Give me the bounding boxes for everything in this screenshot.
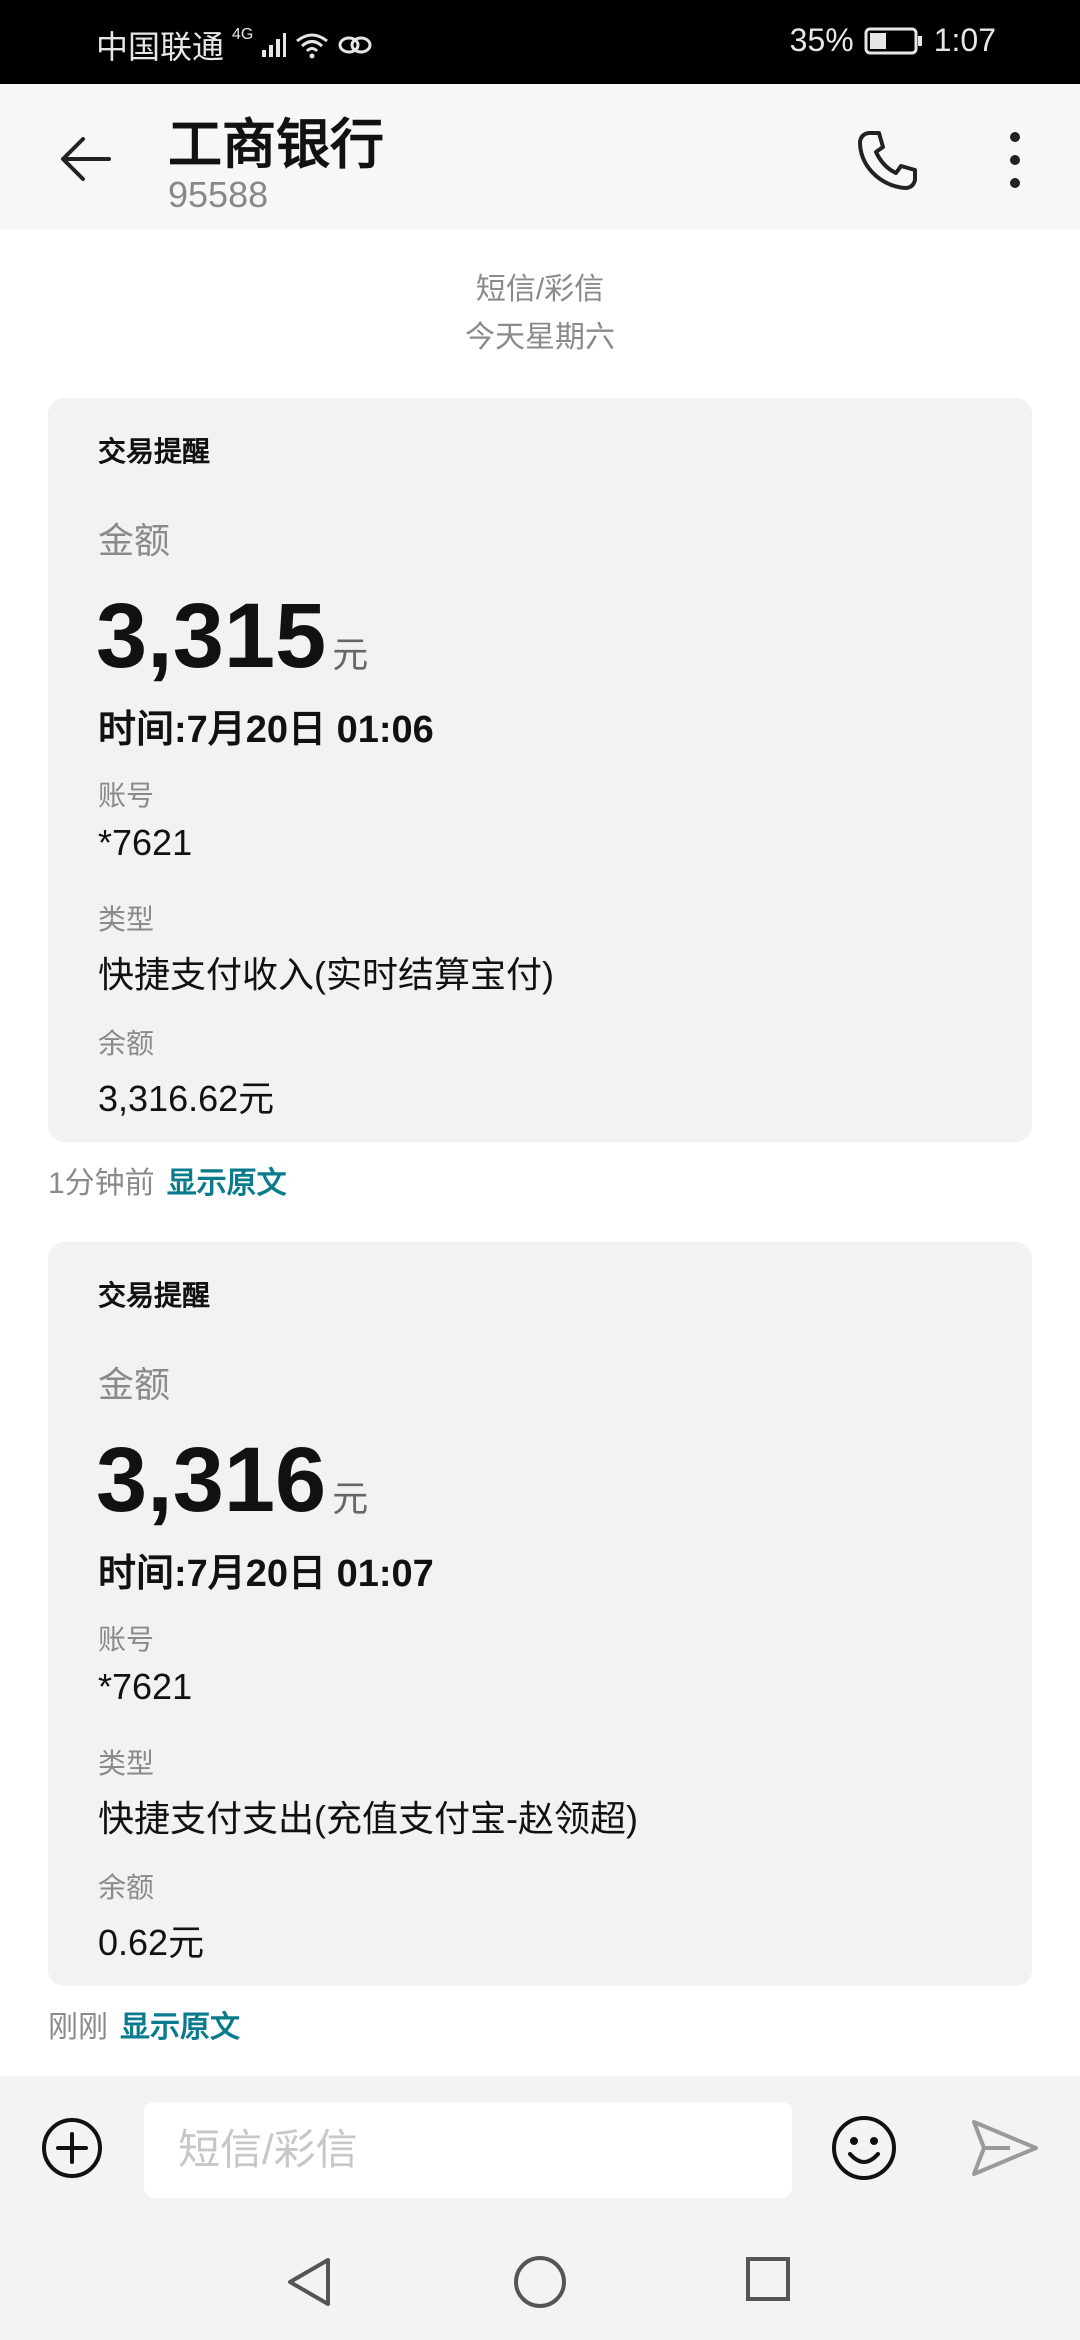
balance-value: 0.62元	[98, 1922, 205, 1963]
more-options-button[interactable]	[990, 120, 1040, 200]
signal-icon	[261, 32, 287, 58]
amount-value: 3,315 元	[96, 590, 368, 682]
nav-home-button[interactable]	[512, 2254, 568, 2310]
amount-label: 金额	[98, 1364, 171, 1405]
amount-number: 3,315	[96, 585, 327, 687]
composer-bar	[0, 2076, 1080, 2224]
type-value: 快捷支付支出(充值支付宝-赵领超)	[98, 1798, 638, 1839]
sent-time: 刚刚	[48, 2011, 108, 2044]
wifi-icon	[295, 31, 329, 59]
message-footer: 刚刚 显示原文	[48, 2002, 240, 2046]
balance-label: 余额	[98, 1872, 155, 1903]
triangle-back-icon	[288, 2258, 330, 2306]
type-label: 类型	[98, 904, 155, 935]
account-label: 账号	[98, 780, 155, 811]
square-recents-icon	[746, 2257, 790, 2301]
clock: 1:07	[933, 22, 996, 58]
amount-unit: 元	[332, 1478, 369, 1519]
contact-name: 工商银行	[168, 115, 384, 175]
nav-back-button[interactable]	[280, 2254, 340, 2310]
amount-number: 3,316	[96, 1429, 327, 1531]
type-label: 类型	[98, 1748, 155, 1779]
status-bar: 中国联通 4G 35% 1:07	[0, 0, 1080, 84]
send-button[interactable]	[970, 2116, 1040, 2180]
card-title: 交易提醒	[98, 1280, 211, 1311]
carrier-name: 中国联通	[96, 29, 225, 65]
sent-time: 1分钟前	[48, 1167, 155, 1200]
call-button[interactable]	[848, 120, 928, 200]
account-value: *7621	[98, 1666, 193, 1707]
phone-icon	[858, 131, 917, 190]
type-value: 快捷支付收入(实时结算宝付)	[98, 954, 554, 995]
nav-recents-button[interactable]	[745, 2256, 791, 2302]
more-vertical-icon	[1010, 132, 1020, 188]
hotspot-link-icon	[337, 33, 373, 57]
message-type-label: 短信/彩信	[475, 273, 605, 306]
send-icon	[972, 2120, 1038, 2176]
balance-label: 余额	[98, 1028, 155, 1059]
show-original-link[interactable]: 显示原文	[120, 2011, 240, 2044]
battery-icon	[864, 26, 924, 56]
battery-percent: 35%	[789, 22, 854, 58]
transaction-time: 时间:7月20日 01:07	[98, 1553, 434, 1595]
emoji-button[interactable]	[830, 2114, 898, 2182]
show-original-link[interactable]: 显示原文	[167, 1167, 287, 1200]
card-title: 交易提醒	[98, 436, 211, 467]
circle-home-icon	[514, 2256, 566, 2308]
message-card[interactable]: 交易提醒 金额 3,316 元 时间:7月20日 01:07 账号 *7621 类…	[48, 1242, 1032, 1986]
network-type: 4G	[232, 26, 254, 43]
contact-number: 95588	[168, 174, 269, 215]
message-input[interactable]	[144, 2102, 792, 2198]
back-button[interactable]	[50, 124, 120, 194]
date-label: 今天星期六	[465, 321, 615, 354]
message-footer: 1分钟前 显示原文	[48, 1158, 287, 1202]
message-card[interactable]: 交易提醒 金额 3,315 元 时间:7月20日 01:06 账号 *7621 类…	[48, 398, 1032, 1142]
plus-circle-icon	[42, 2118, 102, 2178]
add-attachment-button[interactable]	[40, 2116, 104, 2180]
account-value: *7621	[98, 822, 193, 863]
balance-value: 3,316.62元	[98, 1078, 275, 1119]
amount-unit: 元	[332, 634, 369, 675]
system-navigation-bar	[0, 2224, 1080, 2340]
amount-value: 3,316 元	[96, 1434, 368, 1526]
smile-icon	[832, 2116, 896, 2180]
transaction-time: 时间:7月20日 01:06	[98, 709, 434, 751]
conversation-header: 工商银行 95588	[0, 84, 1080, 230]
account-label: 账号	[98, 1624, 155, 1655]
arrow-left-icon	[61, 137, 111, 181]
amount-label: 金额	[98, 520, 171, 561]
